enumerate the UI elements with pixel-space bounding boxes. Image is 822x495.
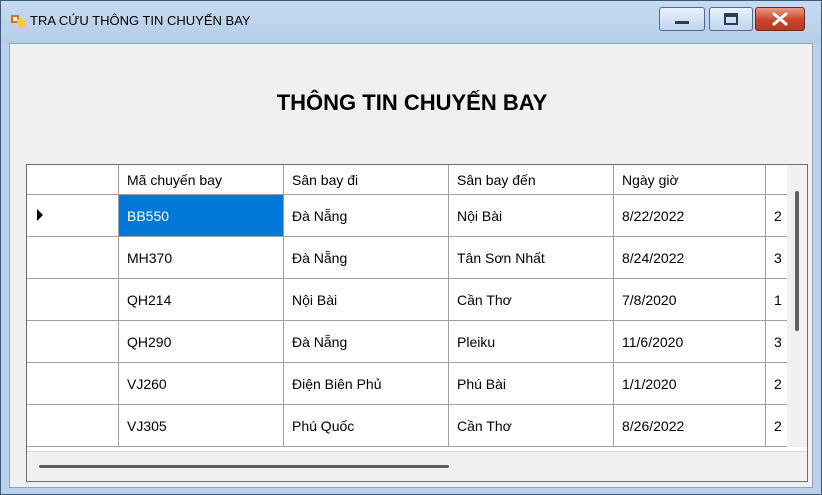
- window-title: TRA CỨU THÔNG TIN CHUYẾN BAY: [30, 13, 251, 28]
- row-header[interactable]: [27, 321, 119, 363]
- cell-departure-airport[interactable]: Phú Quốc: [284, 405, 449, 447]
- minimize-icon: [675, 21, 689, 24]
- row-header[interactable]: [27, 279, 119, 321]
- cell-datetime[interactable]: 8/26/2022: [614, 405, 766, 447]
- row-header[interactable]: [27, 363, 119, 405]
- cell-departure-airport[interactable]: Đà Nẵng: [284, 237, 449, 279]
- cell-departure-airport[interactable]: Đà Nẵng: [284, 321, 449, 363]
- client-area: THÔNG TIN CHUYẾN BAY Mã chuyến bay Sân b…: [9, 43, 813, 488]
- table-row[interactable]: VJ305 Phú Quốc Cần Thơ 8/26/2022 2: [27, 405, 807, 447]
- cell-departure-airport[interactable]: Đà Nẵng: [284, 195, 449, 237]
- cell-datetime[interactable]: 11/6/2020: [614, 321, 766, 363]
- cell-flight-code[interactable]: QH290: [119, 321, 284, 363]
- table-row[interactable]: VJ260 Điện Biên Phủ Phú Bài 1/1/2020 2: [27, 363, 807, 405]
- column-header-datetime[interactable]: Ngày giờ: [614, 165, 766, 195]
- page-title: THÔNG TIN CHUYẾN BAY: [276, 90, 548, 115]
- cell-flight-code[interactable]: BB550: [119, 195, 284, 237]
- column-header-arrival-airport[interactable]: Sân bay đến: [449, 165, 614, 195]
- vertical-scrollbar[interactable]: [787, 165, 807, 447]
- column-header-flight-code[interactable]: Mã chuyến bay: [119, 165, 284, 195]
- cell-datetime[interactable]: 8/22/2022: [614, 195, 766, 237]
- minimize-button[interactable]: [659, 7, 705, 31]
- flight-data-grid[interactable]: Mã chuyến bay Sân bay đi Sân bay đến Ngà…: [26, 164, 808, 482]
- cell-arrival-airport[interactable]: Phú Bài: [449, 363, 614, 405]
- cell-flight-code[interactable]: VJ305: [119, 405, 284, 447]
- column-header-departure-airport[interactable]: Sân bay đi: [284, 165, 449, 195]
- row-header[interactable]: [27, 237, 119, 279]
- row-header-corner: [27, 165, 119, 195]
- app-icon: [11, 15, 25, 27]
- cell-arrival-airport[interactable]: Cần Thơ: [449, 405, 614, 447]
- table-row[interactable]: QH214 Nội Bài Cần Thơ 7/8/2020 1: [27, 279, 807, 321]
- column-header-row: Mã chuyến bay Sân bay đi Sân bay đến Ngà…: [27, 165, 807, 195]
- table-row[interactable]: BB550 Đà Nẵng Nội Bài 8/22/2022 2: [27, 195, 807, 237]
- row-header[interactable]: [27, 405, 119, 447]
- horizontal-scroll-thumb[interactable]: [39, 465, 449, 468]
- close-icon: [772, 12, 788, 26]
- cell-flight-code[interactable]: QH214: [119, 279, 284, 321]
- cell-arrival-airport[interactable]: Nội Bài: [449, 195, 614, 237]
- cell-flight-code[interactable]: MH370: [119, 237, 284, 279]
- cell-datetime[interactable]: 7/8/2020: [614, 279, 766, 321]
- title-bar[interactable]: TRA CỨU THÔNG TIN CHUYẾN BAY: [1, 1, 821, 43]
- cell-departure-airport[interactable]: Nội Bài: [284, 279, 449, 321]
- row-header[interactable]: [27, 195, 119, 237]
- table-row[interactable]: MH370 Đà Nẵng Tân Sơn Nhất 8/24/2022 3: [27, 237, 807, 279]
- vertical-scroll-thumb[interactable]: [795, 191, 799, 331]
- cell-departure-airport[interactable]: Điện Biên Phủ: [284, 363, 449, 405]
- maximize-icon: [724, 13, 738, 25]
- horizontal-scrollbar[interactable]: [27, 451, 807, 481]
- cell-arrival-airport[interactable]: Cần Thơ: [449, 279, 614, 321]
- close-button[interactable]: [755, 7, 805, 31]
- current-row-arrow-icon: [37, 209, 43, 221]
- main-window: TRA CỨU THÔNG TIN CHUYẾN BAY THÔNG TIN C…: [0, 0, 822, 495]
- cell-datetime[interactable]: 1/1/2020: [614, 363, 766, 405]
- cell-datetime[interactable]: 8/24/2022: [614, 237, 766, 279]
- maximize-button[interactable]: [709, 7, 753, 31]
- cell-arrival-airport[interactable]: Tân Sơn Nhất: [449, 237, 614, 279]
- cell-flight-code[interactable]: VJ260: [119, 363, 284, 405]
- cell-arrival-airport[interactable]: Pleiku: [449, 321, 614, 363]
- table-row[interactable]: QH290 Đà Nẵng Pleiku 11/6/2020 3: [27, 321, 807, 363]
